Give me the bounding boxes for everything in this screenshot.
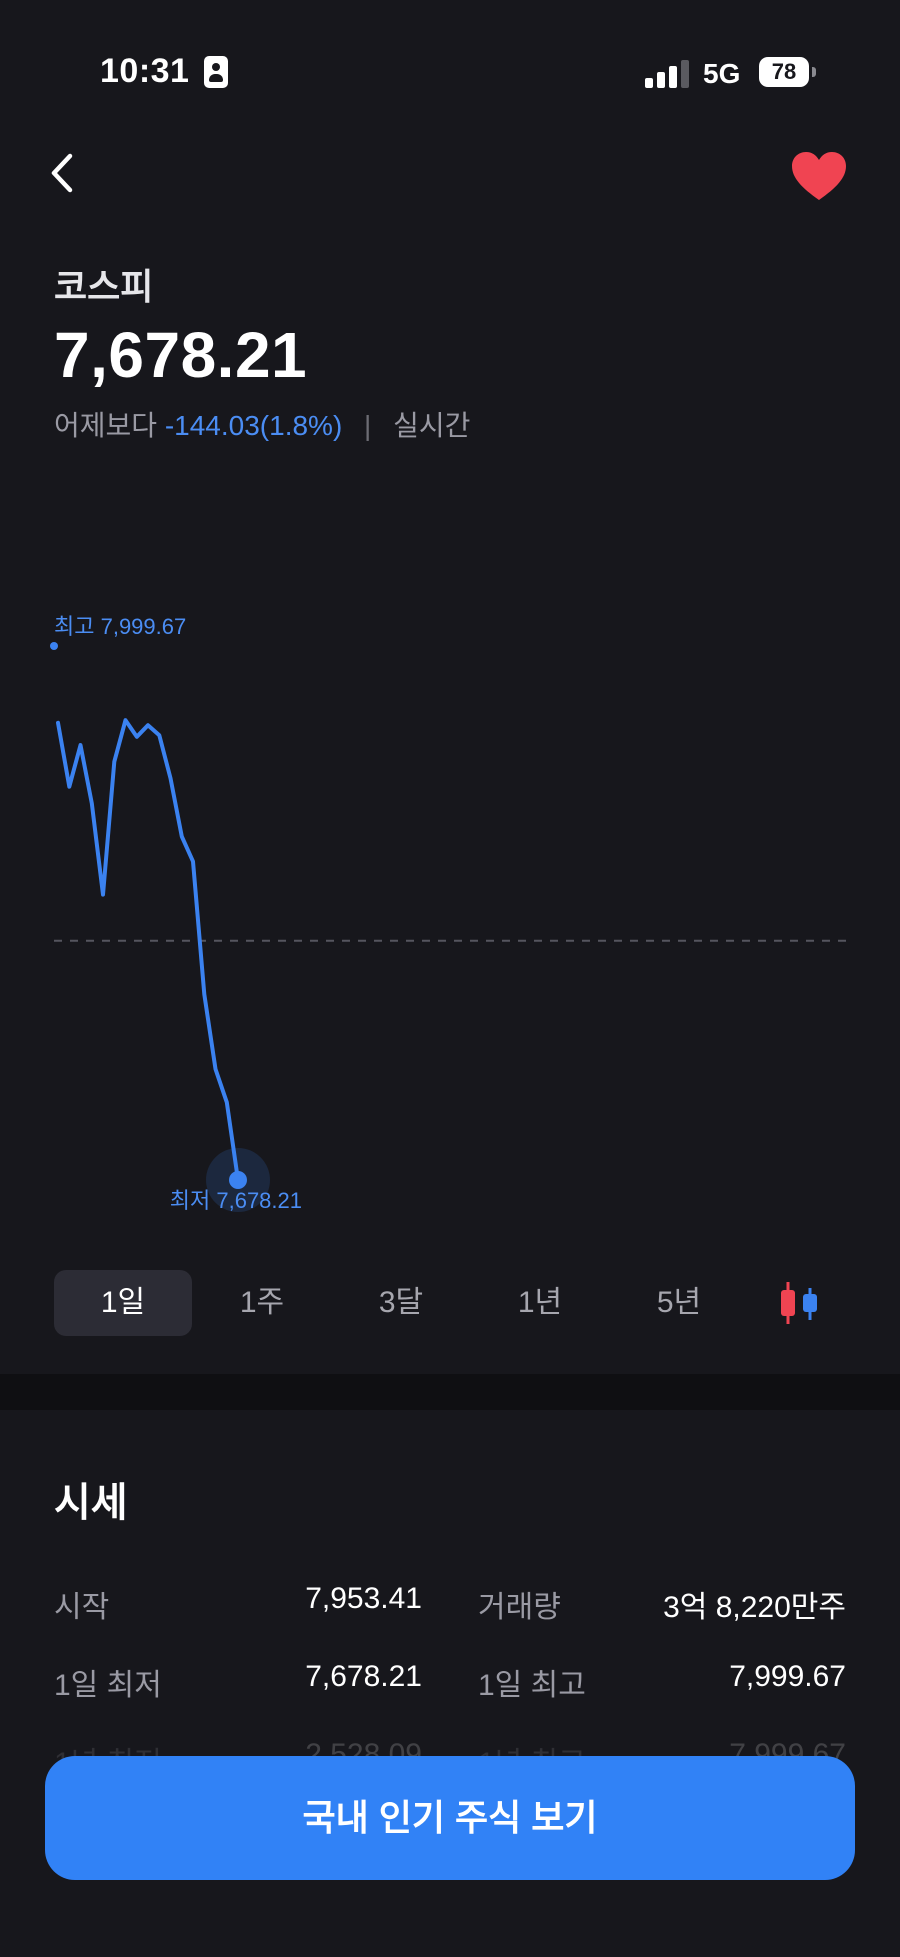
quotes-title: 시세 (54, 1481, 128, 1525)
candlestick-chart-icon (781, 1282, 817, 1324)
back-button[interactable] (44, 150, 84, 196)
change-amount: -144.03(1.8%) (164, 410, 343, 441)
open-label: 시작 (54, 1591, 110, 1624)
battery-tip (812, 67, 816, 77)
popular-stocks-button[interactable]: 국내 인기 주식 보기 (45, 1756, 855, 1880)
candle-chart-toggle[interactable] (776, 1280, 826, 1326)
period-tab[interactable]: 1년 (471, 1270, 609, 1336)
favorite-button[interactable] (790, 150, 848, 204)
quote-row: 1일 최저 7,678.21 1일 최고 7,999.67 (54, 1660, 846, 1710)
price-chart[interactable]: 최고 7,999.67 최저 7,678.21 (0, 590, 900, 1230)
open-value: 7,953.41 (305, 1582, 422, 1615)
volume-label: 거래량 (478, 1591, 561, 1624)
signal-icon (645, 58, 691, 88)
period-tab[interactable]: 1주 (193, 1270, 331, 1336)
status-bar: 10:31 5G 78 (0, 0, 900, 110)
realtime-label: 실시간 (393, 410, 471, 441)
chevron-left-icon (51, 153, 73, 193)
battery-icon: 78 (759, 57, 809, 87)
quote-row: 시작 7,953.41 거래량 3억 8,220만주 (54, 1582, 846, 1632)
period-tab[interactable]: 3달 (332, 1270, 470, 1336)
day-high-label: 1일 최고 (478, 1669, 586, 1702)
change-prefix: 어제보다 (54, 410, 158, 441)
period-selector: 1일 1주 3달 1년 5년 (54, 1270, 864, 1336)
chart-high-label: 최고 7,999.67 (54, 614, 186, 639)
index-name: 코스피 (54, 266, 154, 307)
period-tab[interactable]: 5년 (610, 1270, 748, 1336)
period-tab[interactable]: 1일 (54, 1270, 192, 1336)
day-low-label: 1일 최저 (54, 1669, 162, 1702)
low-marker (229, 1171, 247, 1189)
volume-value: 3억 8,220만주 (663, 1591, 846, 1624)
status-time: 10:31 (100, 52, 190, 90)
id-card-icon (204, 56, 228, 88)
day-high-value: 7,999.67 (729, 1660, 846, 1693)
chart-low-label: 최저 7,678.21 (170, 1188, 302, 1213)
network-type: 5G (703, 58, 741, 89)
high-marker (50, 642, 58, 650)
index-value: 7,678.21 (54, 319, 308, 391)
heart-icon (792, 152, 846, 200)
price-line (56, 718, 240, 1182)
change-separator: | (364, 410, 372, 441)
day-low-value: 7,678.21 (305, 1660, 422, 1693)
change-row: 어제보다 -144.03(1.8%) | 실시간 (54, 404, 470, 444)
section-divider (0, 1374, 900, 1410)
